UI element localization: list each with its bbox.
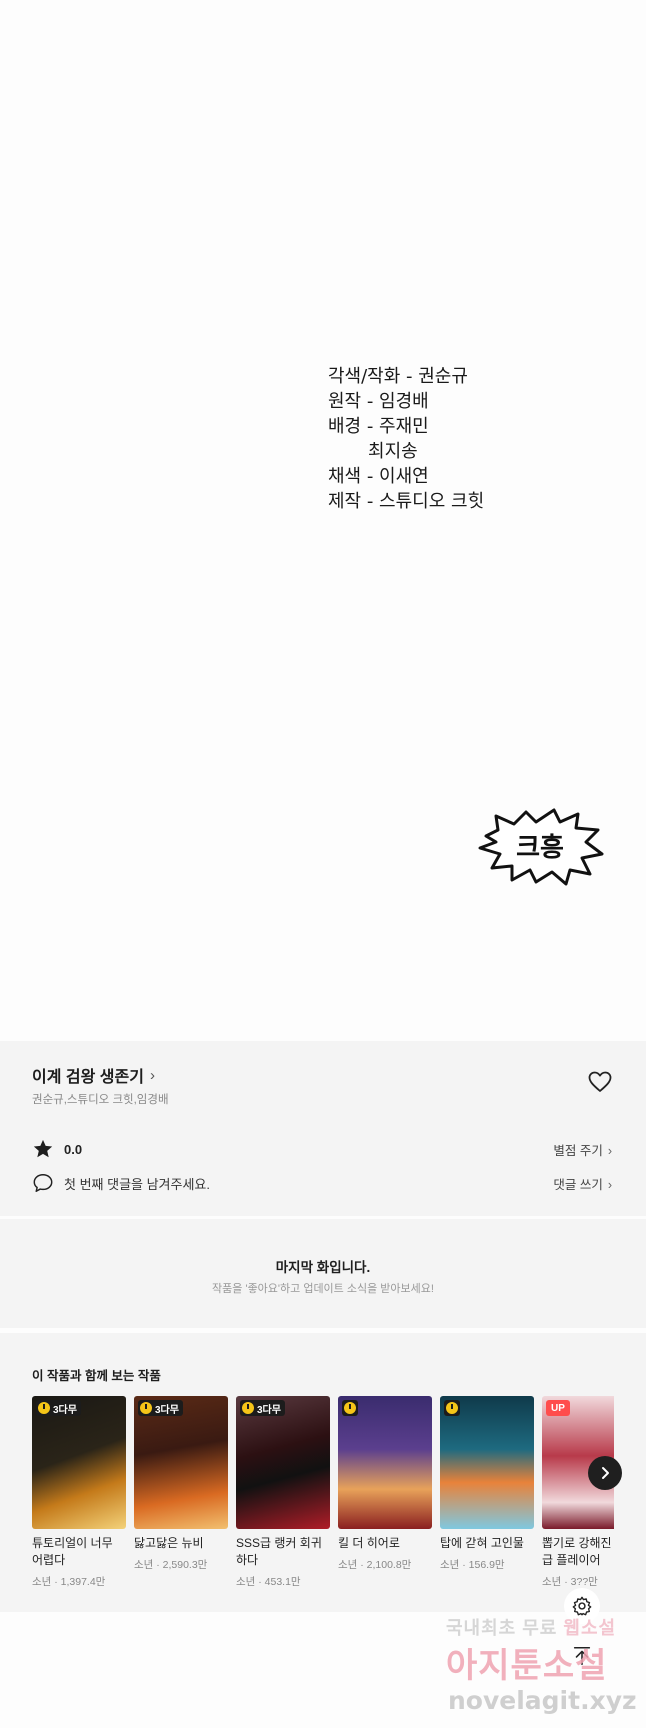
card-thumbnail: 3다무 — [236, 1396, 330, 1529]
credit-line: 최지송 — [328, 441, 418, 462]
heart-icon[interactable] — [588, 1071, 612, 1093]
card-title: 뽑기로 강해진 0성급 플레이어 — [542, 1536, 614, 1567]
card-thumbnail — [440, 1396, 534, 1529]
comic-panel: 각색/작화 - 권순규 원작 - 임경배 배경 - 주재민 최지송 채색 - 이… — [0, 0, 646, 1041]
carousel-next-button[interactable] — [588, 1456, 622, 1490]
wait-free-badge: 3다무 — [138, 1400, 183, 1416]
speech-bubble-icon — [33, 1174, 53, 1192]
card-thumbnail: 3다무 — [134, 1396, 228, 1529]
card-meta: 소년 · 3??만 — [542, 1576, 598, 1588]
recommendation-card[interactable]: UP 뽑기로 강해진 0성급 플레이어 소년 · 3??만 — [542, 1396, 614, 1589]
last-episode-title: 마지막 화입니다. — [275, 1260, 371, 1275]
card-title: 탑에 갇혀 고인물 — [440, 1536, 524, 1550]
chevron-right-icon — [602, 1467, 609, 1479]
series-info-section: 이계 검왕 생존기 › 권순규,스튜디오 크힛,임경배 0.0 별점 주기 › 첫… — [0, 1041, 646, 1216]
series-title-link[interactable]: 이계 검왕 생존기 › — [32, 1063, 155, 1087]
credit-line: 제작 - 스튜디오 크힛 — [328, 491, 485, 512]
card-title: 튜토리얼이 너무 어렵다 — [32, 1536, 113, 1567]
card-thumbnail — [338, 1396, 432, 1529]
card-title: SSS급 랭커 회귀하다 — [236, 1536, 322, 1567]
clock-icon — [242, 1402, 254, 1414]
watermark-text: 국내최초 무료 — [446, 1618, 558, 1638]
credit-line: 각색/작화 - 권순규 — [328, 366, 468, 387]
recommendation-card[interactable]: 3다무 튜토리얼이 너무 어렵다 소년 · 1,397.4만 — [32, 1396, 126, 1589]
clock-icon — [446, 1402, 458, 1414]
last-episode-subtitle: 작품을 '좋아요'하고 업데이트 소식을 받아보세요! — [212, 1283, 434, 1295]
wait-free-badge: 3다무 — [240, 1400, 285, 1416]
recommendation-section: 이 작품과 함께 보는 작품 3다무 튜토리얼이 너무 어렵다 소년 · 1,3… — [0, 1333, 646, 1612]
comment-prompt: 첫 번째 댓글을 남겨주세요. — [64, 1176, 211, 1192]
card-meta: 소년 · 2,100.8만 — [338, 1559, 412, 1571]
write-comment-label: 댓글 쓰기 — [553, 1177, 603, 1192]
watermark-line-3: novelagit.xyz — [448, 1686, 637, 1715]
last-episode-notice: 마지막 화입니다. 작품을 '좋아요'하고 업데이트 소식을 받아보세요! — [0, 1219, 646, 1328]
series-authors: 권순규,스튜디오 크힛,임경배 — [32, 1094, 169, 1106]
clock-icon — [140, 1402, 152, 1414]
recommendation-title: 이 작품과 함께 보는 작품 — [32, 1369, 161, 1383]
recommendation-carousel: 3다무 튜토리얼이 너무 어렵다 소년 · 1,397.4만 3다무 닳고닳은 … — [32, 1396, 614, 1612]
credit-line: 배경 - 주재민 — [328, 416, 429, 437]
credit-line: 원작 - 임경배 — [328, 391, 429, 412]
watermark-line-2: 아지툰소설 — [446, 1647, 608, 1685]
clock-icon — [344, 1402, 356, 1414]
clock-icon — [38, 1402, 50, 1414]
rate-button-label: 별점 주기 — [553, 1143, 603, 1158]
card-thumbnail: 3다무 — [32, 1396, 126, 1529]
viewer-page: 각색/작화 - 권순규 원작 - 임경배 배경 - 주재민 최지송 채색 - 이… — [0, 0, 646, 1728]
credits-block: 각색/작화 - 권순규 원작 - 임경배 배경 - 주재민 최지송 채색 - 이… — [328, 364, 484, 514]
rate-button[interactable]: 별점 주기 › — [553, 1140, 612, 1159]
star-icon — [33, 1139, 53, 1158]
chevron-right-icon: › — [607, 1143, 612, 1158]
chevron-right-icon: › — [149, 1066, 155, 1084]
card-title: 킬 더 히어로 — [338, 1536, 400, 1550]
watermark-highlight: 웹소설 — [563, 1618, 617, 1638]
write-comment-button[interactable]: 댓글 쓰기 › — [553, 1174, 612, 1193]
update-badge: UP — [546, 1400, 570, 1416]
watermark: 국내최초 무료 웹소설 아지툰소설 novelagit.xyz — [440, 1610, 646, 1728]
card-title: 닳고닳은 뉴비 — [134, 1536, 204, 1550]
credit-line: 채색 - 이새연 — [328, 466, 429, 487]
chevron-right-icon: › — [607, 1177, 612, 1192]
rating-row: 0.0 별점 주기 › — [32, 1137, 612, 1161]
rating-value: 0.0 — [64, 1141, 83, 1157]
recommendation-card[interactable]: 킬 더 히어로 소년 · 2,100.8만 — [338, 1396, 432, 1572]
card-meta: 소년 · 453.1만 — [236, 1576, 301, 1588]
card-meta: 소년 · 156.9만 — [440, 1559, 505, 1571]
comment-row: 첫 번째 댓글을 남겨주세요. 댓글 쓰기 › — [32, 1171, 612, 1195]
sound-effect-text: 크흥 — [516, 833, 564, 863]
recommendation-card[interactable]: 탑에 갇혀 고인물 소년 · 156.9만 — [440, 1396, 534, 1572]
wait-free-badge: 3다무 — [36, 1400, 81, 1416]
wait-free-badge — [444, 1400, 460, 1416]
card-meta: 소년 · 1,397.4만 — [32, 1576, 106, 1588]
wait-free-badge — [342, 1400, 358, 1416]
recommendation-card[interactable]: 3다무 닳고닳은 뉴비 소년 · 2,590.3만 — [134, 1396, 228, 1572]
card-meta: 소년 · 2,590.3만 — [134, 1559, 208, 1571]
sound-effect-burst: 크흥 — [478, 808, 604, 886]
series-title: 이계 검왕 생존기 — [32, 1069, 144, 1086]
watermark-line-1: 국내최초 무료 웹소설 — [446, 1614, 616, 1640]
recommendation-card[interactable]: 3다무 SSS급 랭커 회귀하다 소년 · 453.1만 — [236, 1396, 330, 1589]
